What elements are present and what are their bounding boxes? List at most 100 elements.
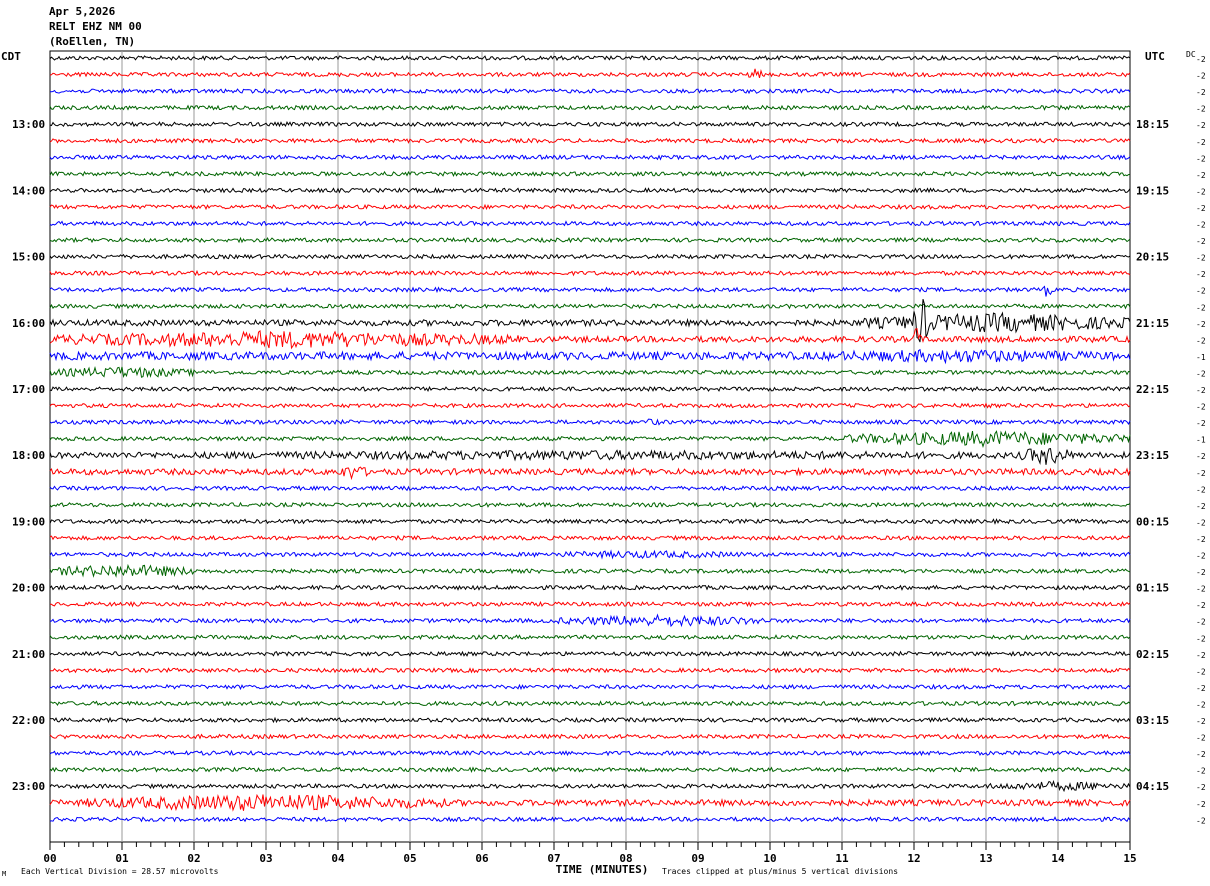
- dc-offset-label: -2: [1196, 121, 1206, 130]
- dc-offset-label: -2: [1196, 287, 1206, 296]
- seismic-trace: [49, 137, 1131, 144]
- cdt-hour-label: 16:00: [12, 317, 45, 330]
- seismic-trace: [49, 54, 1131, 62]
- cdt-hour-label: 21:00: [12, 648, 45, 661]
- dc-offset-label: -2: [1196, 750, 1206, 759]
- seismic-trace: [49, 448, 1131, 465]
- dc-offset-label: -2: [1196, 485, 1206, 494]
- seismic-trace: [49, 501, 1131, 508]
- utc-hour-label: 02:15: [1136, 648, 1169, 661]
- x-tick-label: 04: [331, 852, 345, 865]
- seismic-trace: [50, 700, 1131, 707]
- x-tick-label: 10: [763, 852, 776, 865]
- dc-offset-label: -2: [1196, 618, 1206, 627]
- dc-offset-label: -2: [1196, 320, 1206, 329]
- dc-offset-label: -2: [1196, 303, 1206, 312]
- dc-offset-label: -2: [1196, 767, 1206, 776]
- dc-offset-label: -2: [1196, 502, 1206, 511]
- seismic-trace: [49, 170, 1131, 178]
- seismic-trace: [49, 366, 1131, 379]
- seismic-trace: [49, 779, 1131, 793]
- dc-offset-label: -2: [1196, 684, 1206, 693]
- seismic-trace: [49, 485, 1131, 492]
- utc-hour-label: 00:15: [1136, 515, 1169, 528]
- dc-offset-label: -2: [1196, 734, 1206, 743]
- dc-offset-label: -2: [1196, 254, 1206, 263]
- utc-hour-label: 23:15: [1136, 449, 1169, 462]
- x-tick-label: 13: [979, 852, 992, 865]
- cdt-hour-label: 19:00: [12, 515, 45, 528]
- dc-offset-label: -2: [1196, 171, 1206, 180]
- seismic-trace: [49, 650, 1131, 658]
- dc-offset-label: -2: [1196, 552, 1206, 561]
- seismic-trace: [49, 418, 1131, 426]
- x-tick-label: 00: [43, 852, 56, 865]
- cdt-hour-label: 18:00: [12, 449, 45, 462]
- utc-hour-label: 21:15: [1136, 317, 1169, 330]
- dc-offset-label: -2: [1196, 800, 1206, 809]
- utc-hour-label: 22:15: [1136, 383, 1169, 396]
- dc-offset-label: -2: [1196, 187, 1206, 196]
- utc-hour-label: 03:15: [1136, 714, 1169, 727]
- seismic-trace: [49, 563, 1131, 578]
- seismic-trace: [49, 613, 1131, 628]
- seismic-trace: [49, 328, 1131, 350]
- x-tick-label: 01: [115, 852, 129, 865]
- corner-mark: M: [2, 870, 6, 878]
- dc-offset-label: -2: [1196, 816, 1206, 825]
- dc-offset-label: -2: [1196, 204, 1206, 213]
- dc-offset-label: -2: [1196, 585, 1206, 594]
- seismic-trace: [49, 816, 1131, 823]
- x-tick-label: 06: [475, 852, 489, 865]
- x-tick-label: 03: [259, 852, 272, 865]
- x-tick-label: 05: [403, 852, 416, 865]
- dc-offset-label: -2: [1196, 651, 1206, 660]
- dc-offset-label: -2: [1196, 221, 1206, 230]
- dc-label: DC: [1186, 50, 1196, 59]
- utc-hour-label: 04:15: [1136, 780, 1169, 793]
- seismic-trace: [49, 534, 1131, 541]
- seismic-trace: [49, 733, 1131, 740]
- seismic-trace: [49, 285, 1131, 297]
- cdt-hour-label: 17:00: [12, 383, 45, 396]
- seismic-trace: [49, 584, 1130, 591]
- dc-offset-label: -2: [1196, 783, 1206, 792]
- dc-offset-label: -2: [1196, 469, 1206, 478]
- seismic-trace: [49, 68, 1131, 79]
- seismic-trace: [49, 236, 1131, 244]
- dc-offset-label: -2: [1196, 634, 1206, 643]
- dc-offset-label: -2: [1196, 535, 1206, 544]
- x-tick-label: 09: [691, 852, 704, 865]
- dc-offset-label: -2: [1196, 419, 1206, 428]
- dc-offset-label: -2: [1196, 237, 1206, 246]
- scale-note: Each Vertical Division = 28.57 microvolt…: [21, 867, 219, 876]
- dc-offset-label: -2: [1196, 154, 1206, 163]
- seismic-trace: [49, 303, 1131, 310]
- dc-offset-label: -1: [1196, 436, 1206, 445]
- x-tick-label: 12: [907, 852, 920, 865]
- utc-hour-label: 20:15: [1136, 251, 1169, 264]
- seismic-trace: [49, 87, 1131, 95]
- seismic-trace: [49, 104, 1131, 111]
- dc-offset-label: -2: [1196, 452, 1206, 461]
- dc-offset-label: -2: [1196, 72, 1206, 81]
- dc-offset-label: -2: [1196, 369, 1206, 378]
- seismic-trace: [49, 466, 1131, 481]
- dc-offset-label: -2: [1196, 717, 1206, 726]
- seismic-trace: [49, 121, 1131, 128]
- seismic-trace: [49, 766, 1131, 773]
- cdt-hour-label: 23:00: [12, 780, 45, 793]
- seismic-trace: [49, 402, 1131, 409]
- helicorder-chart: 00 01 02 03 04 05 06 07 08 09 10 11 12 13 14 15TIME (MI…: [2, 50, 1206, 878]
- seismic-trace: [49, 220, 1131, 227]
- dc-offset-label: -2: [1196, 518, 1206, 527]
- seismic-trace: [49, 749, 1131, 757]
- dc-offset-label: -2: [1196, 601, 1206, 610]
- seismic-trace: [49, 385, 1131, 393]
- utc-hour-label: 18:15: [1136, 118, 1169, 131]
- x-tick-label: 14: [1051, 852, 1065, 865]
- seismic-trace: [49, 253, 1131, 260]
- dc-offset-label: -2: [1196, 138, 1206, 147]
- seismic-trace: [49, 154, 1131, 161]
- x-tick-label: 15: [1123, 852, 1136, 865]
